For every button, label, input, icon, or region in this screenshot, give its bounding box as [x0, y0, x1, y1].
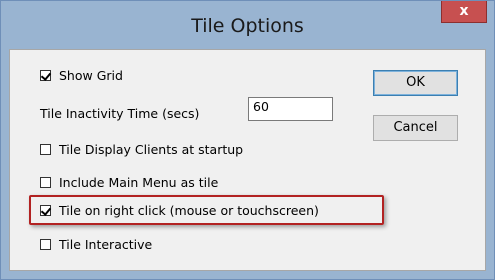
tile-interactive-label: Tile Interactive: [59, 236, 153, 252]
tile-interactive-option[interactable]: Tile Interactive: [40, 235, 152, 253]
tile-options-dialog: Tile Options x Show Grid Tile Inactivity…: [0, 0, 495, 280]
right-click-checkbox[interactable]: [40, 204, 51, 216]
display-clients-label: Tile Display Clients at startup: [59, 141, 244, 157]
right-click-option[interactable]: Tile on right click (mouse or touchscree…: [40, 201, 319, 219]
inactivity-time-input[interactable]: 60: [248, 97, 333, 121]
display-clients-checkbox[interactable]: [40, 143, 51, 155]
show-grid-option[interactable]: Show Grid: [40, 66, 123, 84]
include-main-menu-label: Include Main Menu as tile: [59, 174, 219, 190]
title-bar[interactable]: Tile Options x: [1, 1, 494, 53]
show-grid-checkbox[interactable]: [40, 69, 51, 81]
inactivity-time-label: Tile Inactivity Time (secs): [40, 106, 200, 121]
show-grid-label: Show Grid: [59, 67, 123, 83]
display-clients-option[interactable]: Tile Display Clients at startup: [40, 140, 243, 158]
window-title: Tile Options: [191, 15, 304, 37]
ok-button[interactable]: OK: [373, 70, 458, 96]
close-button[interactable]: x: [441, 1, 487, 23]
tile-interactive-checkbox[interactable]: [40, 238, 51, 250]
right-click-label: Tile on right click (mouse or touchscree…: [59, 202, 319, 218]
include-main-menu-checkbox[interactable]: [40, 176, 51, 188]
include-main-menu-option[interactable]: Include Main Menu as tile: [40, 173, 218, 191]
cancel-button[interactable]: Cancel: [373, 115, 458, 141]
dialog-body: Show Grid Tile Inactivity Time (secs) 60…: [9, 49, 486, 271]
